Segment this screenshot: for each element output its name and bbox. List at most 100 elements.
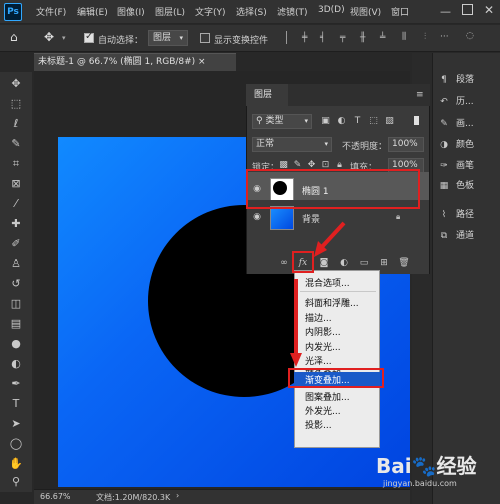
minimize-icon[interactable]: — xyxy=(440,5,451,18)
align-right-icon[interactable]: ╡ xyxy=(320,33,336,49)
menu-image[interactable]: 图像(I) xyxy=(117,5,145,18)
dock-label: 通道 xyxy=(456,231,475,241)
new-layer-icon[interactable]: ⊞ xyxy=(378,257,390,269)
eraser-tool-icon[interactable]: ◫ xyxy=(8,296,24,312)
highlight-layer-box xyxy=(246,169,420,209)
quick-select-tool-icon[interactable]: ✎ xyxy=(8,136,24,152)
home-icon[interactable]: ⌂ xyxy=(10,30,26,46)
chevron-down-icon: ▾ xyxy=(179,34,183,42)
menu-3d[interactable]: 3D(D) xyxy=(318,5,345,15)
blur-tool-icon[interactable]: ● xyxy=(8,336,24,352)
baidu-watermark-url: jingyan.baidu.com xyxy=(383,479,457,488)
history-brush-tool-icon[interactable]: ↺ xyxy=(8,276,24,292)
lasso-tool-icon[interactable]: ℓ xyxy=(8,116,24,132)
dock-paragraph[interactable]: ¶ 段落 xyxy=(438,72,474,90)
menu-edit[interactable]: 编辑(E) xyxy=(77,5,108,18)
dock-history[interactable]: ↶ 历... xyxy=(438,94,473,112)
move-tool-icon[interactable]: ✥ xyxy=(44,30,60,46)
type-tool-icon[interactable]: T xyxy=(8,396,24,412)
document-tab[interactable]: 未标题-1 @ 66.7% (椭圆 1, RGB/8#) × xyxy=(34,53,236,71)
frame-tool-icon[interactable]: ⊠ xyxy=(8,176,24,192)
dock-label: 路径 xyxy=(456,210,475,220)
adjustment-filter-icon[interactable]: ◐ xyxy=(336,116,347,127)
auto-select-dropdown[interactable]: 图层 ▾ xyxy=(148,30,188,46)
chevron-down-icon[interactable]: ▾ xyxy=(62,34,66,42)
dock-swatches[interactable]: ▦ 色板 xyxy=(438,178,474,196)
menu-window[interactable]: 窗口 xyxy=(391,5,409,18)
layers-tab[interactable]: 图层 xyxy=(246,84,288,106)
pen-tool-icon[interactable]: ✒ xyxy=(8,376,24,392)
align-left-icon[interactable] xyxy=(286,31,287,44)
align-center-icon[interactable]: ╪ xyxy=(302,33,318,49)
distribute-spacing-icon[interactable]: ⫶ xyxy=(424,32,440,48)
blend-mode-dropdown[interactable]: 正常 ▾ xyxy=(252,137,332,152)
filter-toggle[interactable] xyxy=(410,114,422,128)
status-bar xyxy=(34,489,410,504)
align-middle-icon[interactable]: ╫ xyxy=(360,33,376,49)
menu-type[interactable]: 文字(Y) xyxy=(195,5,226,18)
zoom-level[interactable]: 66.67% xyxy=(40,492,71,501)
blend-mode-value: 正常 xyxy=(256,139,275,149)
status-arrow-icon[interactable]: › xyxy=(176,491,179,500)
opacity-value: 100% xyxy=(392,139,418,149)
menu-layer[interactable]: 图层(L) xyxy=(155,5,185,18)
panel-menu-icon[interactable]: ≡ xyxy=(416,90,424,100)
maximize-icon[interactable] xyxy=(462,4,473,15)
auto-select-label: 自动选择： xyxy=(98,36,144,46)
menu-filter[interactable]: 滤镜(T) xyxy=(277,5,308,18)
transform-controls-checkbox[interactable] xyxy=(200,33,210,43)
dock-label: 画笔 xyxy=(456,161,475,171)
arrow-head xyxy=(290,353,302,367)
menu-item-drop-shadow[interactable]: 投影... xyxy=(305,418,332,431)
opacity-field[interactable]: 100% xyxy=(388,137,424,152)
menu-item-outer-glow[interactable]: 外发光... xyxy=(305,404,341,417)
hand-tool-icon[interactable]: ✋ xyxy=(8,456,24,472)
history-icon: ↶ xyxy=(440,97,448,107)
color-icon: ◑ xyxy=(440,140,448,150)
layer-filter-dropdown[interactable]: ⚲ 类型 ▾ xyxy=(252,114,312,129)
gradient-tool-icon[interactable]: ▤ xyxy=(8,316,24,332)
align-top-icon[interactable]: ╤ xyxy=(340,33,356,49)
shape-filter-icon[interactable]: ⬚ xyxy=(368,116,379,127)
document-info: 文档:1.20M/820.3K xyxy=(96,493,171,502)
dock-paths[interactable]: ⌇ 路径 xyxy=(438,207,474,225)
eye-icon[interactable]: ◉ xyxy=(251,212,263,222)
dock-brushes[interactable]: ✑ 画笔 xyxy=(438,158,474,176)
menu-view[interactable]: 视图(V) xyxy=(350,5,381,18)
auto-select-checkbox[interactable] xyxy=(84,31,94,43)
move-tool-icon[interactable]: ✥ xyxy=(8,76,24,92)
dodge-tool-icon[interactable]: ◐ xyxy=(8,356,24,372)
layer-filter-value: 类型 xyxy=(265,116,284,126)
close-icon[interactable]: ✕ xyxy=(484,3,494,17)
crop-tool-icon[interactable]: ⌗ xyxy=(8,156,24,172)
dock-label: 画... xyxy=(456,119,474,129)
marquee-tool-icon[interactable]: ⬚ xyxy=(8,96,24,112)
trash-icon[interactable]: 🗑︎ xyxy=(398,257,410,269)
menu-select[interactable]: 选择(S) xyxy=(236,5,267,18)
pixel-filter-icon[interactable]: ▣ xyxy=(320,116,331,127)
more-options-icon[interactable]: ··· xyxy=(440,32,456,48)
3d-mode-icon[interactable]: ◌ xyxy=(466,31,482,47)
dock-color[interactable]: ◑ 颜色 xyxy=(438,137,474,155)
baidu-watermark: Bai🐾经验 xyxy=(376,454,477,478)
arrow-to-fx xyxy=(318,221,346,251)
link-layers-icon[interactable]: ∞ xyxy=(278,257,290,269)
dock-brush-settings[interactable]: ✎ 画... xyxy=(438,116,474,134)
chevron-down-icon: ▾ xyxy=(324,140,328,148)
ellipse-tool-icon[interactable]: ◯ xyxy=(8,436,24,452)
dock-channels[interactable]: ⧉ 通道 xyxy=(438,228,474,246)
eyedropper-tool-icon[interactable]: ⁄ xyxy=(8,196,24,212)
menu-item-pattern-overlay[interactable]: 图案叠加... xyxy=(305,390,350,403)
brush-tool-icon[interactable]: ✐ xyxy=(8,236,24,252)
brushes-icon: ✑ xyxy=(440,161,448,171)
type-filter-icon[interactable]: T xyxy=(352,116,363,127)
stamp-tool-icon[interactable]: ♙ xyxy=(8,256,24,272)
path-select-tool-icon[interactable]: ➤ xyxy=(8,416,24,432)
healing-tool-icon[interactable]: ✚ xyxy=(8,216,24,232)
distribute-icon[interactable]: ⫼ xyxy=(402,32,418,48)
align-bottom-icon[interactable]: ╧ xyxy=(380,33,396,49)
zoom-tool-icon[interactable]: ⚲ xyxy=(8,474,24,490)
menu-file[interactable]: 文件(F) xyxy=(36,5,66,18)
smart-object-filter-icon[interactable]: ▨ xyxy=(384,116,395,127)
dock-label: 色板 xyxy=(456,181,475,191)
